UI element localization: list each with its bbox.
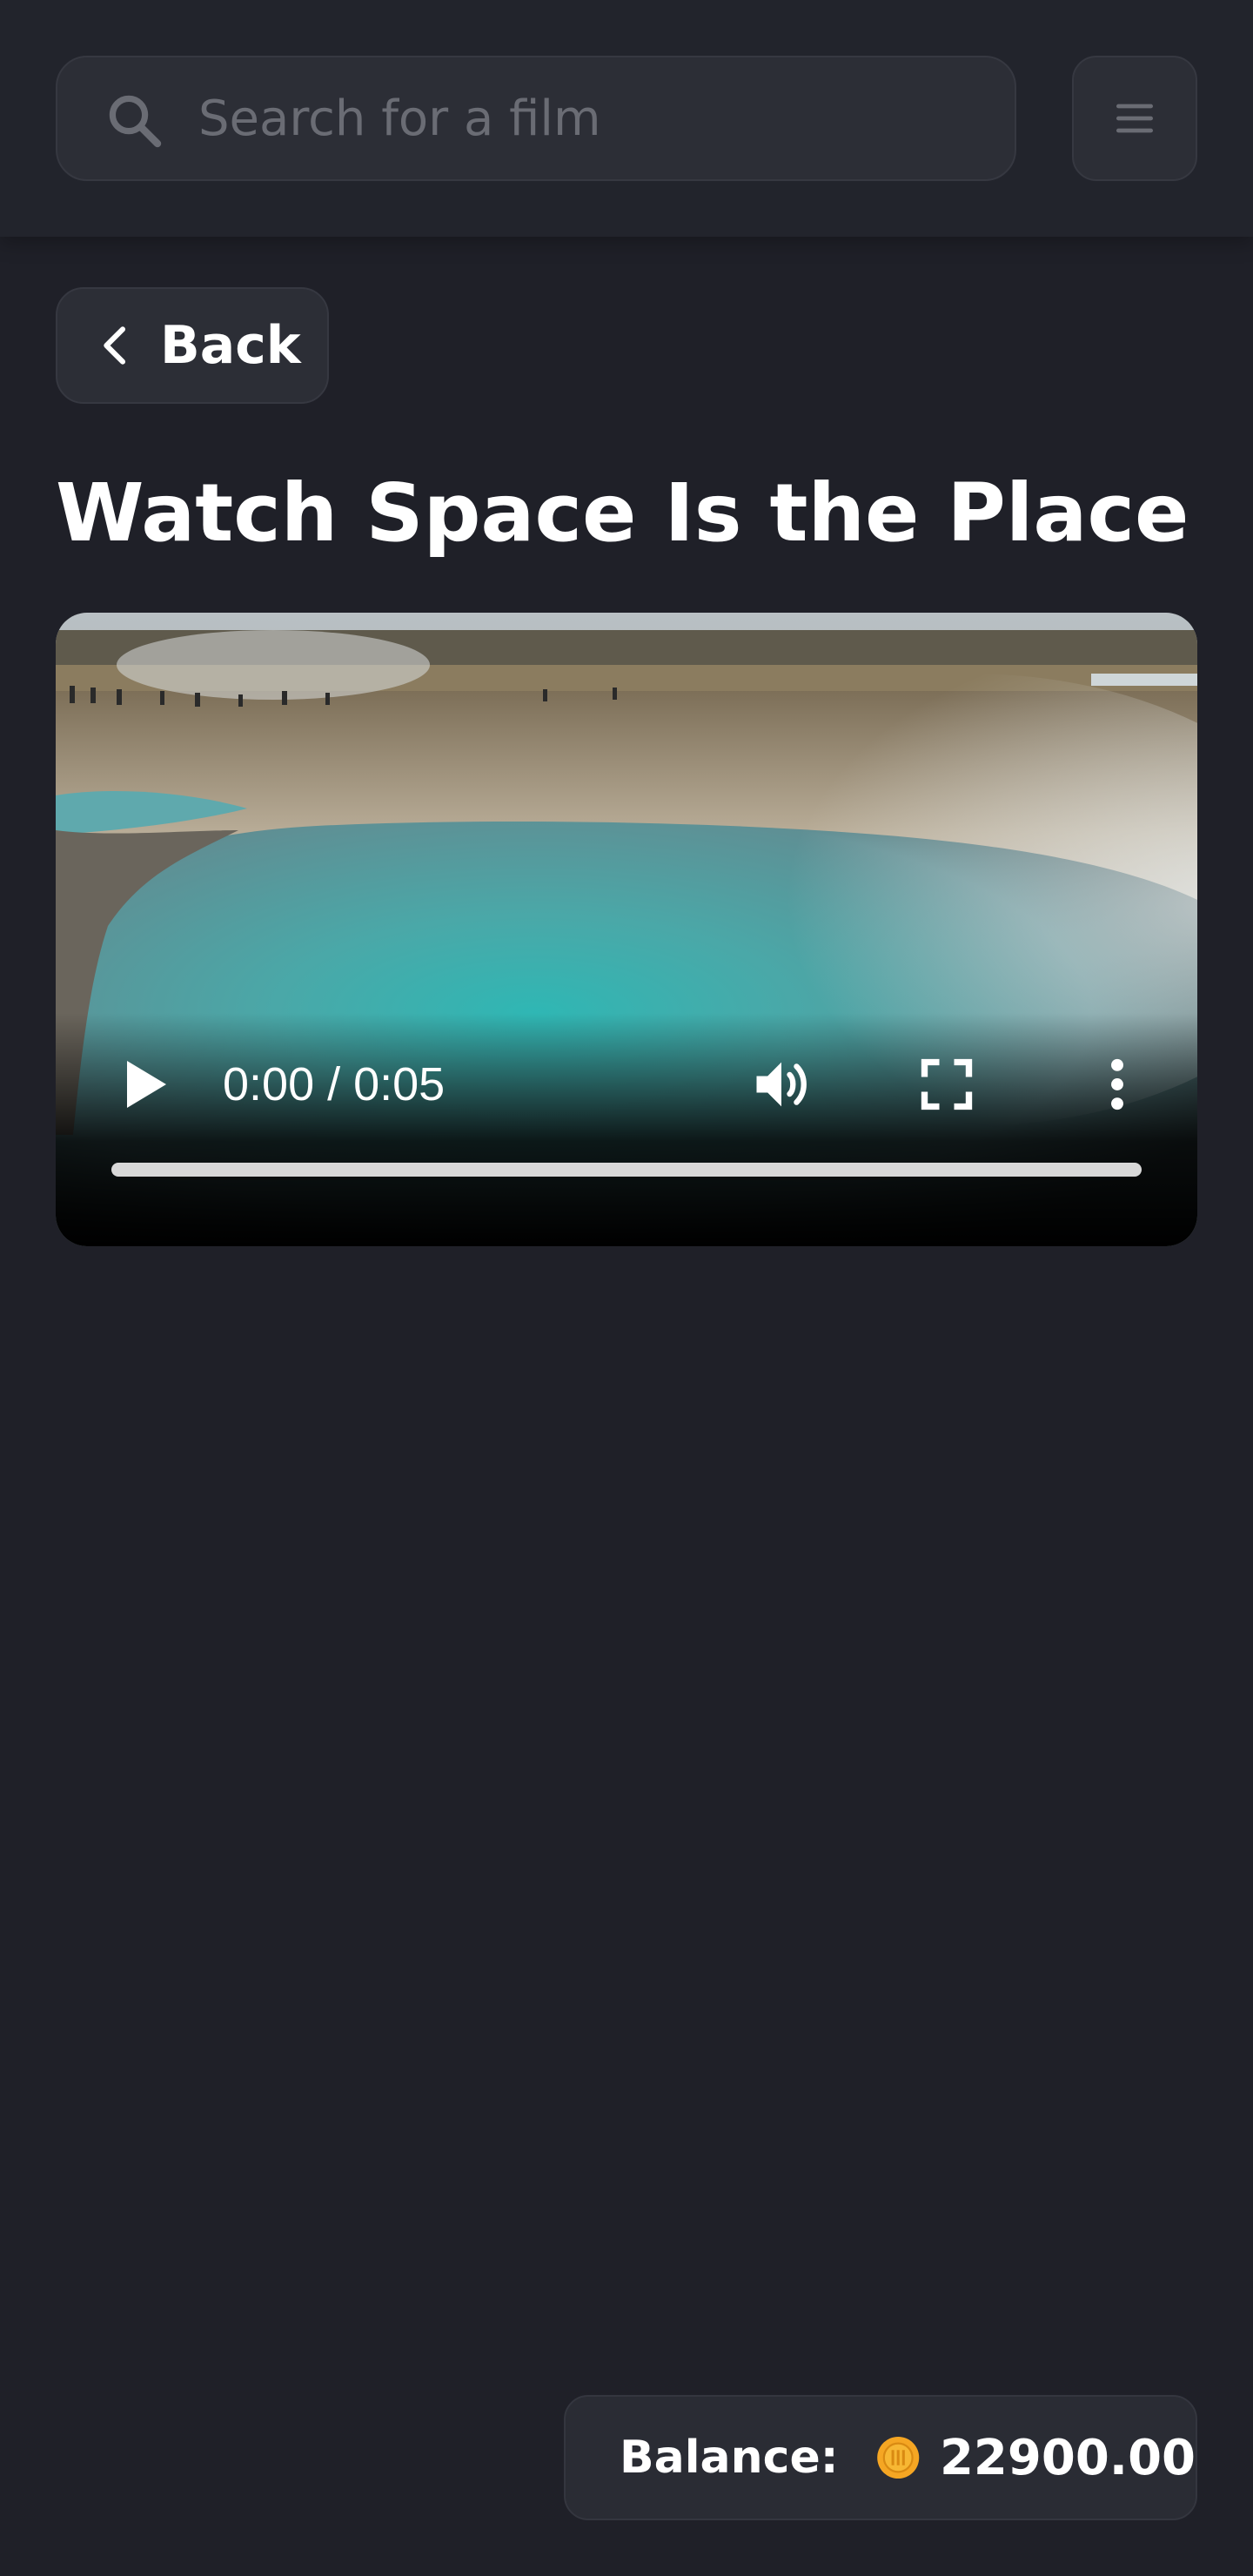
search-input[interactable]	[197, 57, 980, 179]
search-box[interactable]	[56, 56, 1016, 181]
menu-button[interactable]	[1072, 56, 1197, 181]
balance-amount: 22900.00	[939, 2429, 1196, 2486]
balance-panel: Balance: 22900.00	[564, 2395, 1197, 2520]
top-bar	[0, 0, 1253, 237]
search-icon	[109, 95, 162, 148]
controls-gradient	[56, 1013, 1197, 1246]
chevron-left-icon	[104, 326, 126, 365]
video-player[interactable]: 0:00 / 0:05	[56, 613, 1197, 1246]
coin-icon	[876, 2436, 919, 2479]
back-button[interactable]: Back	[56, 287, 329, 404]
fullscreen-icon[interactable]	[917, 1055, 976, 1114]
time-display: 0:00 / 0:05	[223, 1058, 446, 1110]
back-button-label: Back	[160, 315, 301, 376]
balance-label: Balance:	[620, 2432, 839, 2484]
page-title: Watch Space Is the Place	[56, 466, 1189, 560]
play-icon[interactable]	[111, 1053, 174, 1116]
volume-icon[interactable]	[748, 1051, 814, 1117]
video-progress-bar[interactable]	[111, 1163, 1142, 1177]
more-vertical-icon[interactable]	[1084, 1051, 1150, 1117]
hamburger-menu-icon	[1116, 104, 1153, 133]
